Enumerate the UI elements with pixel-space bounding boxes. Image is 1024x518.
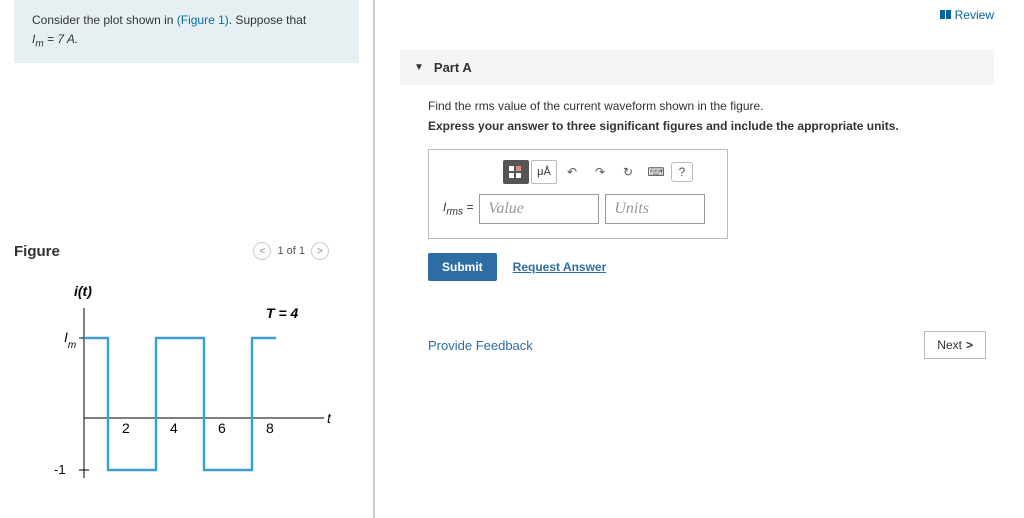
period-label: T = 4 [266, 305, 299, 321]
help-button[interactable]: ? [671, 162, 693, 182]
review-link[interactable]: Review [940, 8, 994, 22]
provide-feedback-link[interactable]: Provide Feedback [428, 338, 533, 353]
figure-pager: < 1 of 1 > [253, 242, 329, 260]
answer-box: μÅ ↶ ↷ ↻ ⌨ ? Irms = Value Units [428, 149, 728, 239]
figure-reference-link[interactable]: (Figure 1) [177, 13, 229, 27]
submit-button[interactable]: Submit [428, 253, 497, 281]
next-button[interactable]: Next > [924, 331, 986, 359]
waveform-plot: i(t) t Im -1 2 4 6 8 T = 4 [34, 278, 334, 498]
request-answer-link[interactable]: Request Answer [513, 260, 607, 274]
figure-panel: Figure < 1 of 1 > i(t) t Im -1 2 [0, 242, 373, 518]
xtick-2: 2 [122, 420, 130, 436]
x-axis-label: t [327, 410, 332, 426]
part-title: Part A [434, 60, 472, 75]
problem-intro-prefix: Consider the plot shown in [32, 13, 177, 27]
problem-statement: Consider the plot shown in (Figure 1). S… [14, 0, 359, 63]
y-axis-label: i(t) [74, 283, 92, 299]
units-button[interactable]: μÅ [531, 160, 557, 184]
next-caret-icon: > [966, 338, 973, 352]
question-body: Find the rms value of the current wavefo… [400, 99, 994, 359]
figure-prev-button[interactable]: < [253, 242, 271, 260]
xtick-6: 6 [218, 420, 226, 436]
reset-icon[interactable]: ↻ [615, 160, 641, 184]
question-text: Find the rms value of the current wavefo… [428, 99, 986, 113]
problem-intro-suffix: . Suppose that [229, 13, 306, 27]
review-label: Review [955, 8, 994, 22]
keyboard-icon[interactable]: ⌨ [643, 160, 669, 184]
figure-pager-text: 1 of 1 [277, 245, 305, 257]
units-input[interactable]: Units [605, 194, 705, 224]
figure-next-button[interactable]: > [311, 242, 329, 260]
answer-variable-label: Irms = [443, 200, 473, 217]
question-direction: Express your answer to three significant… [428, 119, 986, 133]
collapse-icon: ▼ [414, 62, 424, 73]
figure-title: Figure [14, 243, 60, 260]
im-label: Im [64, 329, 76, 351]
waveform-line [84, 338, 276, 470]
undo-icon[interactable]: ↶ [559, 160, 585, 184]
redo-icon[interactable]: ↷ [587, 160, 613, 184]
answer-toolbar: μÅ ↶ ↷ ↻ ⌨ ? [503, 160, 713, 184]
next-label: Next [937, 338, 962, 352]
part-header[interactable]: ▼ Part A [400, 50, 994, 85]
left-column: Consider the plot shown in (Figure 1). S… [0, 0, 375, 518]
xtick-4: 4 [170, 420, 178, 436]
value-input[interactable]: Value [479, 194, 599, 224]
right-column: Review ▼ Part A Find the rms value of th… [375, 0, 1024, 518]
review-icon [940, 8, 952, 22]
problem-equation: Im = 7 A. [32, 31, 341, 51]
xtick-8: 8 [266, 420, 274, 436]
templates-icon[interactable] [503, 160, 529, 184]
neg1-tick: -1 [54, 462, 66, 477]
